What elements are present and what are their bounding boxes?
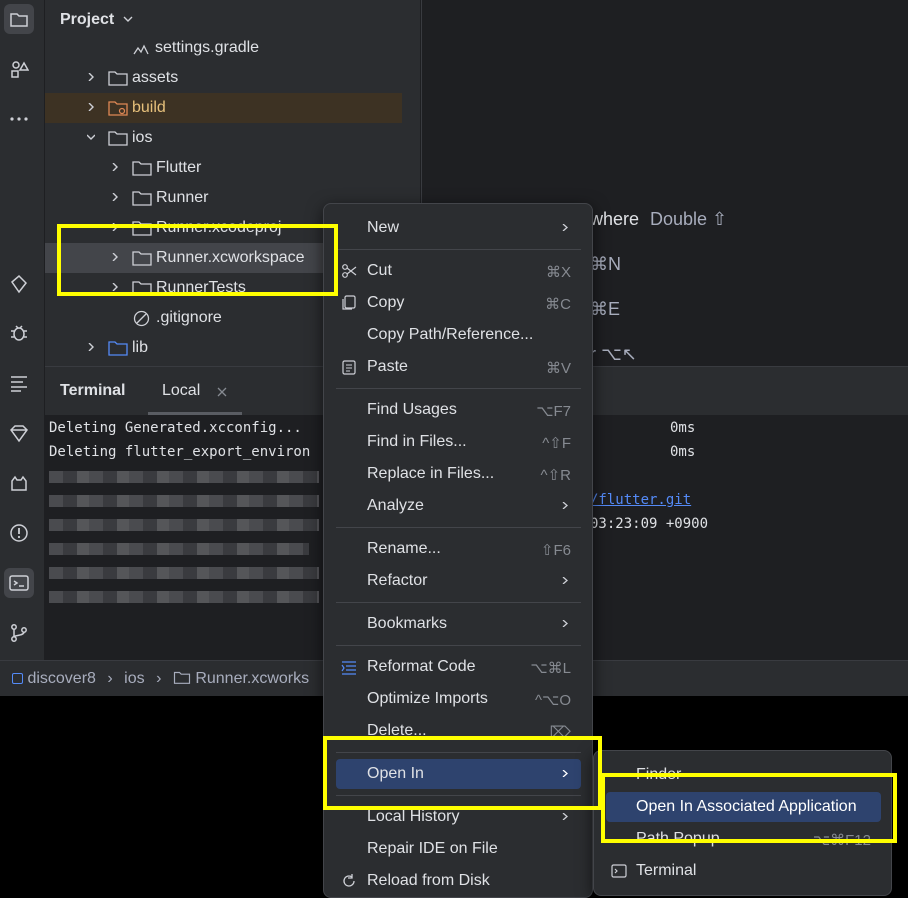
breadcrumb-item[interactable]: ios [124,670,144,687]
tree-item-settings-gradle[interactable]: settings.gradle [45,33,402,63]
chevron-right-icon [88,343,94,351]
project-tool-icon[interactable] [4,4,34,34]
menu-item-find-usages[interactable]: Find Usages ⌥F7 [336,395,581,425]
menu-item-optimize-imports[interactable]: Optimize Imports ^⌥O [336,684,581,714]
search-everywhere-shortcut: Double ⇧ [650,209,728,229]
tool-window-strip [0,0,45,660]
paste-icon [342,360,356,375]
search-everywhere-hint: where [590,209,640,229]
highlight-box-open-in [323,736,602,810]
menu-item-cut[interactable]: Cut ⌘X [336,256,581,286]
project-panel-title[interactable]: Project [60,11,133,29]
folder-icon [132,161,152,176]
terminal-line-2-time: 0ms [670,444,696,460]
tree-item-assets[interactable]: assets [45,63,402,93]
debug-icon[interactable] [4,318,34,348]
menu-item-copy-path[interactable]: Copy Path/Reference... [336,320,581,350]
redacted-text [49,543,309,555]
diamond-icon[interactable] [4,418,34,448]
menu-separator [336,249,581,250]
reformat-icon [341,661,356,675]
highlight-box-associated-app [601,773,897,843]
terminal-line-1: Deleting Generated.xcconfig... [49,420,302,436]
submenu-arrow-icon [562,813,568,820]
ignored-file-icon [133,310,150,327]
chevron-down-icon [123,16,133,22]
source-folder-icon [108,341,128,356]
flutter-inspector-icon[interactable] [4,269,34,299]
menu-item-new[interactable]: New [336,213,581,243]
terminal-line-1-time: 0ms [670,420,696,436]
terminal-title: Terminal [60,382,126,399]
menu-separator [336,645,581,646]
breadcrumb-item[interactable]: Runner.xcworks [195,670,309,687]
structure-list-icon[interactable] [4,368,34,398]
tree-item-flutter[interactable]: Flutter [45,153,402,183]
redacted-text [49,519,319,531]
submenu-arrow-icon [562,224,568,231]
reload-icon [343,874,355,887]
problems-icon[interactable] [4,518,34,548]
menu-separator [336,388,581,389]
close-icon[interactable] [217,387,227,397]
menu-item-rename[interactable]: Rename... ⇧F6 [336,534,581,564]
hint-shortcut-2: ⌘N [590,254,621,274]
folder-icon [173,671,190,684]
hint-shortcut-4: r ⌥↖ [590,344,637,364]
tab-underline [148,412,242,415]
gradle-file-icon [133,44,149,55]
terminal-icon [611,864,627,878]
folder-icon [108,71,128,86]
chevron-right-icon [112,193,118,201]
submenu-arrow-icon [562,502,568,509]
chevron-right-icon [88,73,94,81]
submenu-arrow-icon [562,577,568,584]
tree-item-ios[interactable]: ios [45,123,402,153]
menu-item-analyze[interactable]: Analyze [336,491,581,521]
menu-separator [336,602,581,603]
breadcrumb: discover8 › ios › Runner.xcworks [12,670,309,688]
chevron-right-icon [88,103,94,111]
hint-shortcut-3: ⌘E [590,299,621,319]
redacted-text [49,567,319,579]
menu-item-paste[interactable]: Paste ⌘V [336,352,581,382]
structure-icon[interactable] [4,54,34,84]
folder-icon [132,191,152,206]
terminal-repo-link[interactable]: /flutter.git [590,492,691,508]
terminal-tool-icon[interactable] [4,568,34,598]
cat-icon[interactable] [4,468,34,498]
terminal-line-2: Deleting flutter_export_environ [49,444,311,460]
breadcrumb-separator-icon: › [156,670,162,687]
redacted-text [49,471,319,483]
submenu-item-terminal[interactable]: Terminal [606,856,881,886]
excluded-folder-icon [108,101,128,116]
tab-local[interactable]: Local [148,367,242,415]
tab-local-label: Local [162,382,201,399]
tree-item-build[interactable]: build [45,93,402,123]
menu-item-reformat-code[interactable]: Reformat Code ⌥⌘L [336,652,581,682]
menu-item-reload-from-disk[interactable]: Reload from Disk [336,866,581,896]
highlight-box-workspace [57,224,338,296]
menu-item-repair-ide[interactable]: Repair IDE on File [336,834,581,864]
menu-item-copy[interactable]: Copy ⌘C [336,288,581,318]
redacted-text [49,591,319,603]
folder-icon [108,131,128,146]
breadcrumb-item[interactable]: discover8 [27,670,95,687]
menu-item-bookmarks[interactable]: Bookmarks [336,609,581,639]
redacted-text [49,495,319,507]
chevron-right-icon [112,163,118,171]
copy-icon [342,295,356,310]
git-icon[interactable] [4,618,34,648]
menu-item-replace-in-files[interactable]: Replace in Files... ^⇧R [336,459,581,489]
menu-item-find-in-files[interactable]: Find in Files... ^⇧F [336,427,581,457]
breadcrumb-separator-icon: › [107,670,113,687]
menu-separator [336,527,581,528]
module-icon [12,673,23,685]
submenu-arrow-icon [562,620,568,627]
menu-item-refactor[interactable]: Refactor [336,566,581,596]
more-icon[interactable] [4,104,34,134]
chevron-down-icon [87,134,95,140]
terminal-date: 03:23:09 +0900 [590,516,709,532]
scissors-icon [342,264,357,278]
